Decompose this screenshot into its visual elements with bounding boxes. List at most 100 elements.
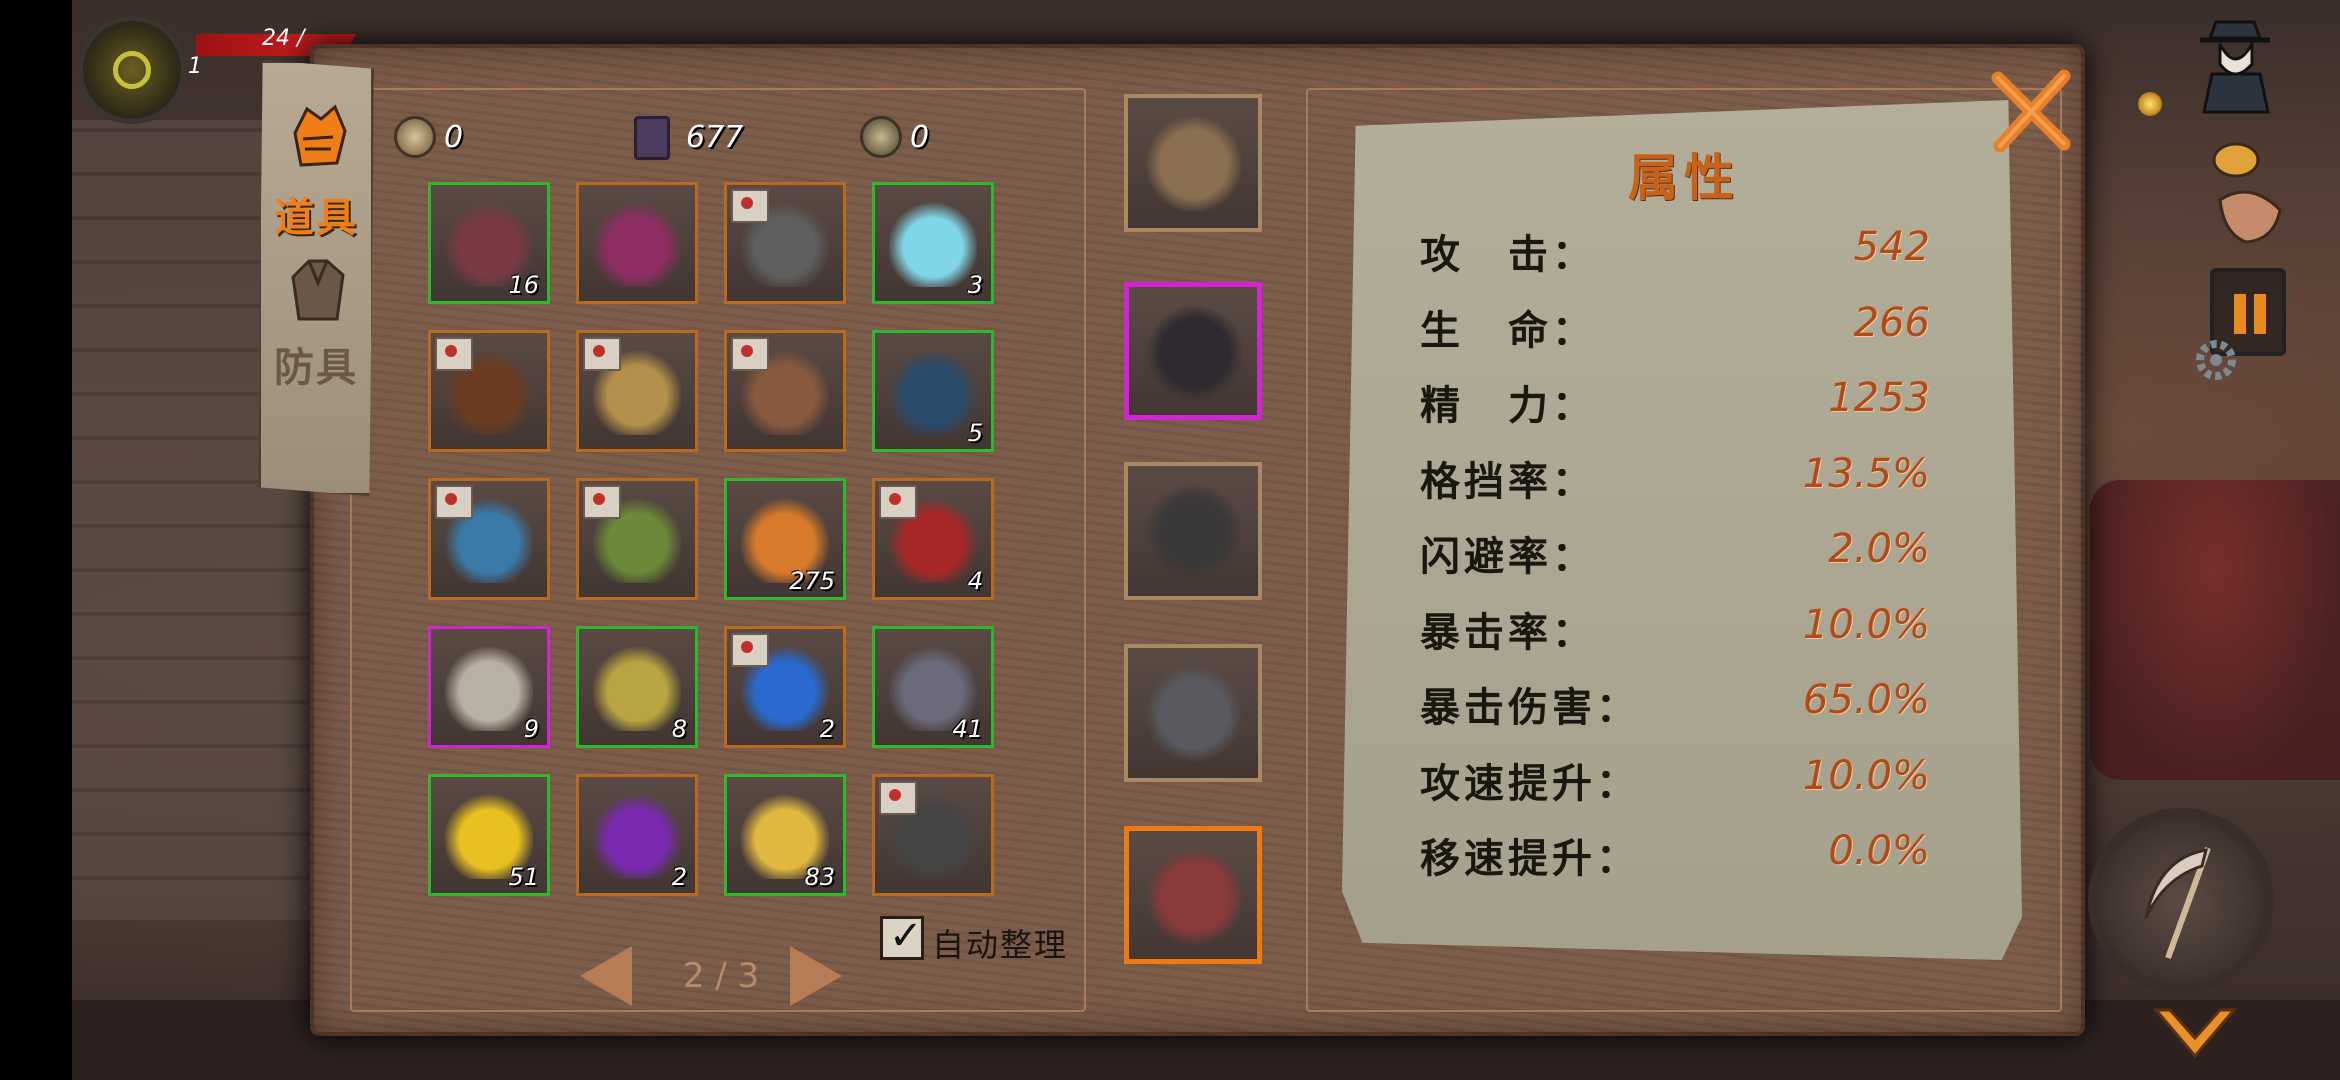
inventory-slot[interactable]: 9 [428, 626, 550, 748]
prev-page-arrow-icon[interactable] [580, 946, 632, 1006]
health-text: 24 / [262, 26, 305, 51]
medal-value: 0 [910, 120, 930, 155]
coin-icon [394, 116, 436, 158]
equip-slot-boots[interactable] [1124, 826, 1262, 964]
auto-sort-checkbox[interactable]: ✓ [880, 913, 924, 960]
attributes-title: 属性 [1628, 149, 1740, 207]
inventory-slot[interactable] [724, 182, 846, 304]
close-icon[interactable] [1986, 66, 2076, 156]
stat-name: 移速提升： [1420, 836, 1640, 882]
attack-button[interactable] [2088, 808, 2274, 994]
tab-armor[interactable]: 防具 [261, 243, 374, 403]
purple-shards-icon [593, 791, 681, 879]
stat-row: 精 力： 1253 [1420, 373, 1930, 433]
stat-row: 移速提升： 0.0% [1420, 826, 1930, 886]
stat-value: 10.0% [1802, 601, 1930, 648]
ice-crystal-icon [889, 199, 977, 287]
spellbook-icon [634, 116, 670, 160]
inventory-slot[interactable] [428, 330, 550, 452]
item-quantity: 9 [523, 715, 539, 743]
stat-name: 暴击率： [1420, 609, 1596, 656]
blueprint-scroll-icon [731, 189, 769, 223]
inventory-slot[interactable] [576, 478, 698, 600]
category-tabs: 道具 防具 [258, 60, 374, 496]
scythe-icon [2144, 846, 2211, 960]
inventory-slot[interactable] [428, 478, 550, 600]
inventory-slot[interactable]: 275 [724, 478, 846, 600]
page-indicator: 2 / 3 [682, 956, 760, 996]
inventory-slot[interactable]: 8 [576, 626, 698, 748]
equip-slot-helmet[interactable] [1124, 462, 1262, 600]
item-quantity: 5 [967, 419, 983, 447]
blueprint-scroll-icon [583, 485, 621, 519]
coin-value: 0 [444, 120, 464, 155]
stat-row: 暴击伤害： 65.0% [1420, 675, 1930, 735]
auto-sort-label: 自动整理 [932, 926, 1069, 964]
player-portrait[interactable] [78, 16, 186, 124]
inventory-slot[interactable]: 4 [872, 478, 994, 600]
equip-slot-armor[interactable] [1124, 644, 1262, 782]
red-boots-icon [1147, 849, 1243, 945]
stat-row: 闪避率： 2.0% [1420, 524, 1930, 584]
coin-flip-skill-icon[interactable] [2190, 130, 2300, 250]
inventory-slot[interactable] [872, 774, 994, 896]
stat-row: 生 命： 266 [1420, 298, 1930, 358]
inventory-slot[interactable]: 2 [724, 626, 846, 748]
staff-icon [1146, 116, 1242, 212]
stat-row: 格挡率： 13.5% [1420, 449, 1930, 509]
inventory-slot[interactable]: 51 [428, 774, 550, 896]
chevron-down-icon[interactable] [2150, 1000, 2240, 1070]
tab-armor-label: 防具 [274, 345, 358, 391]
blueprint-scroll-icon [879, 781, 917, 815]
witch-hat-icon [1146, 484, 1242, 580]
equip-slot-weapon[interactable] [1124, 94, 1262, 232]
stat-value: 65.0% [1802, 677, 1930, 723]
inventory-slot[interactable] [576, 330, 698, 452]
inventory-slot[interactable] [724, 330, 846, 452]
next-page-arrow-icon[interactable] [790, 946, 842, 1006]
stat-name: 格挡率： [1420, 458, 1596, 505]
inventory-slot[interactable]: 83 [724, 774, 846, 896]
bat-cape-icon [1147, 305, 1243, 401]
blueprint-scroll-icon [583, 337, 621, 371]
banner-icon [445, 643, 533, 731]
blueprint-scroll-icon [879, 485, 917, 519]
item-quantity: 275 [789, 567, 835, 595]
item-quantity: 41 [952, 715, 983, 743]
stat-value: 13.5% [1802, 450, 1930, 497]
inventory-slot[interactable]: 41 [872, 626, 994, 748]
stat-name: 攻 击： [1420, 232, 1596, 278]
octopus-table [2090, 480, 2340, 780]
item-quantity: 51 [508, 863, 539, 891]
stat-name: 生 命： [1420, 307, 1596, 354]
armor-icon [291, 259, 345, 321]
item-quantity: 3 [967, 271, 983, 299]
stat-value: 542 [1853, 224, 1930, 270]
item-quantity: 8 [671, 715, 687, 743]
stat-value: 266 [1853, 299, 1930, 346]
stat-name: 闪避率： [1420, 534, 1596, 580]
eye-emblem-icon [113, 51, 151, 89]
inventory-slot[interactable]: 5 [872, 330, 994, 452]
detective-portrait-icon[interactable] [2190, 4, 2280, 114]
item-quantity: 16 [508, 271, 539, 299]
book-value: 677 [686, 120, 744, 155]
inventory-slot[interactable]: 2 [576, 774, 698, 896]
equip-slot-cape[interactable] [1124, 282, 1262, 420]
lamp-light [2138, 92, 2162, 116]
blue-ore-icon [889, 347, 977, 435]
stat-value: 1253 [1828, 375, 1930, 421]
inventory-slot[interactable]: 3 [872, 182, 994, 304]
stat-value: 2.0% [1828, 526, 1930, 572]
stat-name: 攻速提升： [1420, 760, 1640, 807]
checkmark-icon: ✓ [889, 913, 923, 959]
tab-items[interactable]: 道具 [261, 93, 374, 253]
item-quantity: 2 [819, 715, 835, 743]
inventory-slot[interactable]: 16 [428, 182, 550, 304]
inventory-slot[interactable] [576, 182, 698, 304]
player-level: 1 [188, 54, 202, 79]
gear-icon[interactable] [2186, 330, 2246, 390]
blueprint-scroll-icon [731, 337, 769, 371]
stat-value: 0.0% [1828, 828, 1930, 874]
gold-coin-icon [593, 643, 681, 731]
